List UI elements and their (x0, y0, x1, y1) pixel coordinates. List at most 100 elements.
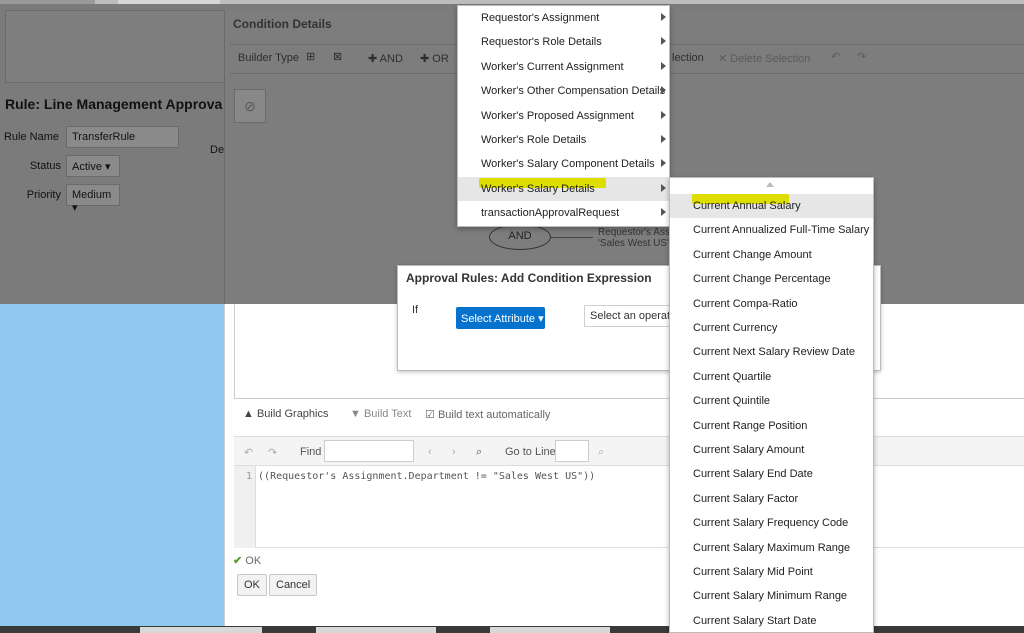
menu-item-current-salary-minimum-range[interactable]: Current Salary Minimum Range (670, 584, 873, 608)
menu-item-current-annualized-full-time-salary[interactable]: Current Annualized Full-Time Salary (670, 218, 873, 242)
menu-item-current-change-amount[interactable]: Current Change Amount (670, 243, 873, 267)
menu-item-workers-proposed-assignment[interactable]: Worker's Proposed Assignment (458, 104, 669, 128)
priority-label: Priority (26, 189, 61, 201)
connector-line (551, 237, 593, 238)
find-input[interactable] (324, 440, 414, 462)
menu-item-current-currency[interactable]: Current Currency (670, 316, 873, 340)
background-header-box (5, 10, 227, 83)
menu-item-current-salary-start-date[interactable]: Current Salary Start Date (670, 609, 873, 632)
status-label: Status (29, 160, 61, 172)
cancel-button[interactable]: Cancel (269, 574, 318, 596)
builder-type-label: Builder Type (238, 52, 299, 64)
chevron-left-icon[interactable]: ‹ (428, 446, 432, 458)
add-or-button[interactable]: ✚ OR (420, 52, 449, 65)
goto-line-label: Go to Line (505, 446, 556, 458)
menu-item-label: Requestor's Assignment (481, 12, 600, 24)
rule-name-input[interactable]: TransferRule (66, 126, 179, 148)
menu-item-current-range-position[interactable]: Current Range Position (670, 414, 873, 438)
add-and-button[interactable]: ✚ AND (368, 52, 403, 65)
ok-button[interactable]: OK (237, 574, 267, 596)
condition-node-text[interactable]: Requestor's Ass 'Sales West US' (598, 227, 670, 249)
submenu-arrow-icon (661, 37, 666, 46)
submenu-arrow-icon (661, 61, 666, 70)
code-line[interactable]: 1 ((Requestor's Assignment.Department != … (246, 471, 595, 482)
menu-item-current-quartile[interactable]: Current Quartile (670, 365, 873, 389)
chevron-right-icon[interactable]: › (452, 446, 456, 458)
triangle-down-icon: ▼ (350, 408, 361, 420)
menu-item-current-salary-maximum-range[interactable]: Current Salary Maximum Range (670, 536, 873, 560)
build-text-button[interactable]: ▼ Build Text (350, 408, 411, 420)
highlight-marker (692, 194, 789, 204)
priority-select[interactable]: Medium ▾ (66, 184, 120, 214)
menu-item-current-salary-frequency-code[interactable]: Current Salary Frequency Code (670, 511, 873, 535)
compass-icon[interactable]: ⊘ (234, 89, 266, 123)
menu-item-label: Worker's Salary Component Details (481, 158, 655, 171)
delete-selection-label: Delete Selection (730, 53, 811, 65)
highlight-marker (479, 178, 606, 188)
rule-name-label: Rule Name (3, 131, 59, 143)
selection-button[interactable]: lection (672, 52, 704, 64)
build-text-label: Build Text (363, 408, 412, 420)
panel-title: Condition Details (233, 17, 332, 31)
and-node[interactable]: AND (489, 224, 551, 250)
menu-item-transaction-approval-request[interactable]: transactionApprovalRequest (458, 201, 669, 225)
tree-icon[interactable]: ⊞ (306, 50, 315, 63)
scroll-up-icon[interactable] (766, 182, 774, 187)
menu-item-workers-current-assignment[interactable]: Worker's Current Assignment (458, 55, 669, 79)
chevron-down-icon: ▾ (538, 313, 544, 325)
status-select[interactable]: Active ▾ (66, 155, 120, 177)
menu-item-current-salary-mid-point[interactable]: Current Salary Mid Point (670, 560, 873, 584)
select-attribute-button[interactable]: Select Attribute ▾ (456, 307, 545, 329)
menu-item-requestors-role-details[interactable]: Requestor's Role Details (458, 30, 669, 54)
build-auto-checkbox[interactable]: ☑ Build text automatically (425, 408, 550, 421)
menu-item-current-salary-end-date[interactable]: Current Salary End Date (670, 462, 873, 486)
menu-item-label: Worker's Proposed Assignment (481, 109, 634, 122)
chevron-down-icon: ▾ (105, 161, 111, 173)
plus-icon: ✚ (420, 53, 430, 65)
submenu-arrow-icon (661, 159, 666, 168)
add-or-label: OR (432, 53, 449, 65)
redo-icon[interactable]: ↷ (857, 50, 866, 63)
code-text: ((Requestor's Assignment.Department != "… (258, 471, 596, 482)
menu-item-current-salary-factor[interactable]: Current Salary Factor (670, 487, 873, 511)
menu-item-requestors-assignment[interactable]: Requestor's Assignment (458, 6, 669, 30)
submenu-arrow-icon (661, 86, 666, 95)
triangle-up-icon: ▲ (243, 408, 254, 420)
add-and-label: AND (379, 53, 403, 65)
select-attribute-label: Select Attribute (461, 313, 535, 325)
chevron-down-icon: ▾ (72, 202, 78, 214)
dialog-title: Approval Rules: Add Condition Expression (406, 271, 652, 285)
hierarchy-icon[interactable]: ⊠ (333, 50, 342, 63)
menu-item-current-next-salary-review-date[interactable]: Current Next Salary Review Date (670, 340, 873, 364)
attribute-group-menu: Requestor's Assignment Requestor's Role … (457, 5, 670, 227)
menu-item-current-change-percentage[interactable]: Current Change Percentage (670, 267, 873, 291)
menu-item-current-salary-amount[interactable]: Current Salary Amount (670, 438, 873, 462)
submenu-arrow-icon (661, 110, 666, 119)
redo-icon[interactable]: ↷ (268, 446, 277, 459)
submenu-arrow-icon (661, 208, 666, 217)
build-graphics-button[interactable]: ▲ Build Graphics (243, 408, 329, 420)
search-icon[interactable]: ⌕ (598, 446, 604, 459)
search-icon[interactable]: ⌕ (476, 446, 482, 459)
menu-item-label: Worker's Role Details (481, 134, 587, 146)
plus-icon: ✚ (368, 53, 378, 65)
build-graphics-label: Build Graphics (256, 408, 329, 420)
menu-item-current-quintile[interactable]: Current Quintile (670, 389, 873, 413)
menu-item-workers-salary-component[interactable]: Worker's Salary Component Details (458, 152, 669, 176)
line-number: 1 (246, 471, 253, 482)
find-label: Find (300, 446, 322, 458)
status-value: Active (72, 161, 102, 173)
menu-item-label: Worker's Current Assignment (481, 60, 624, 73)
menu-item-current-compa-ratio[interactable]: Current Compa-Ratio (670, 292, 873, 316)
submenu-arrow-icon (661, 183, 666, 192)
undo-icon[interactable]: ↶ (831, 50, 840, 63)
menu-item-workers-other-compensation[interactable]: Worker's Other Compensation Details (458, 79, 669, 103)
menu-item-label: transactionApprovalRequest (481, 207, 620, 220)
submenu-arrow-icon (661, 13, 666, 21)
goto-line-input[interactable] (555, 440, 589, 462)
delete-selection-button[interactable]: ✕ Delete Selection (718, 52, 810, 65)
menu-item-workers-role-details[interactable]: Worker's Role Details (458, 128, 669, 152)
condition-text-line-1: Requestor's Ass (598, 227, 670, 238)
undo-icon[interactable]: ↶ (244, 446, 253, 459)
validation-status-text: OK (245, 555, 262, 567)
